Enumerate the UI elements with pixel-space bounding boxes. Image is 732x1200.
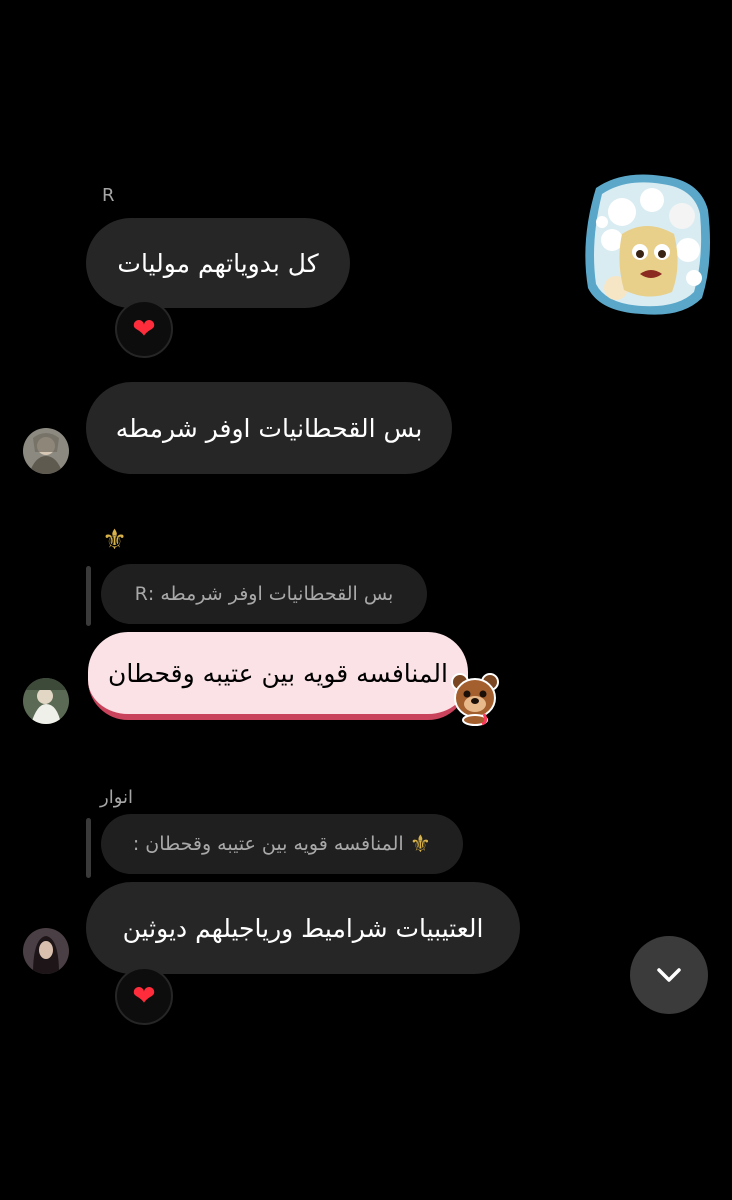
avatar[interactable] — [23, 678, 69, 724]
fleur-de-lis-icon: ⚜ — [102, 523, 128, 556]
reply-preview[interactable]: بس القحطانيات اوفر شرمطه :R — [101, 564, 427, 624]
chevron-down-icon — [657, 968, 681, 982]
message-bubble[interactable]: بس القحطانيات اوفر شرمطه — [86, 382, 452, 474]
avatar[interactable] — [23, 428, 69, 474]
sender-name: R — [102, 185, 115, 206]
bear-sticker-icon — [448, 668, 502, 726]
message-bubble[interactable]: العتيبيات شراميط ورياجيلهم ديوثين — [86, 882, 520, 974]
cartoon-face-sticker[interactable] — [582, 170, 712, 318]
avatar[interactable] — [23, 928, 69, 974]
message-bubble[interactable]: كل بدوياتهم موليات — [86, 218, 350, 308]
reply-indicator — [86, 566, 91, 626]
reply-indicator — [86, 818, 91, 878]
reply-preview[interactable]: ⚜ المنافسه قويه بين عتيبه وقحطان : — [101, 814, 463, 874]
highlighted-message-bubble[interactable]: المنافسه قويه بين عتيبه وقحطان — [88, 632, 468, 720]
heart-reaction-icon[interactable]: ❤ — [115, 300, 173, 358]
heart-reaction-icon[interactable]: ❤ — [115, 967, 173, 1025]
fleur-de-lis-icon: ⚜ — [409, 830, 432, 858]
reply-preview-text: المنافسه قويه بين عتيبه وقحطان : — [132, 833, 404, 855]
scroll-down-button[interactable] — [630, 936, 708, 1014]
heart-icon: ❤ — [132, 312, 156, 345]
sender-name: انوار — [100, 787, 134, 808]
heart-icon: ❤ — [132, 979, 156, 1012]
